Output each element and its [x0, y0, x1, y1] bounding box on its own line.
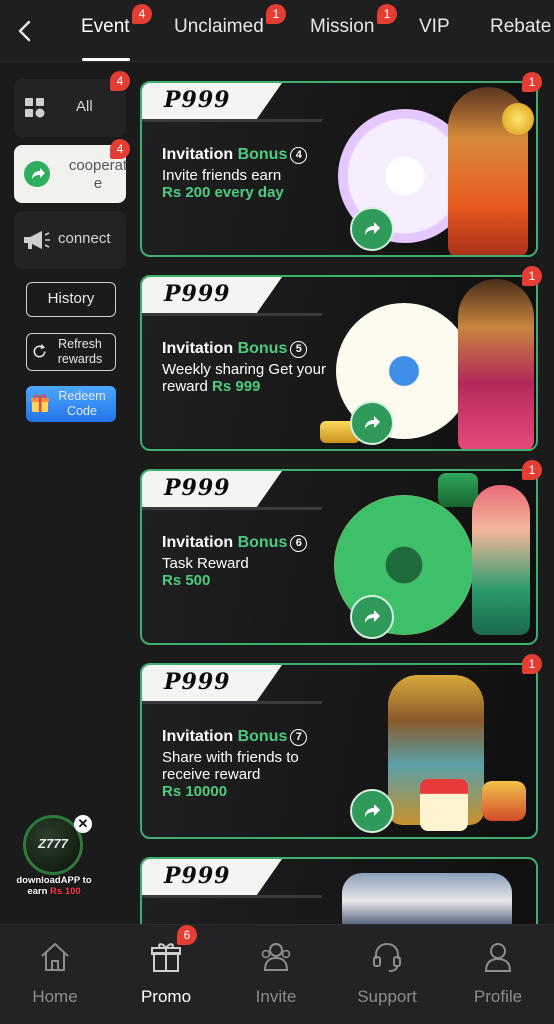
history-button[interactable]: History: [26, 282, 116, 317]
share-button[interactable]: [350, 789, 394, 833]
cricket-players-illustration: [342, 873, 512, 927]
sidebar-item-connect[interactable]: connect: [14, 211, 126, 269]
calendar-30-days-image: [420, 779, 468, 831]
promo-card[interactable]: P999: [140, 857, 538, 927]
sidebar-item-label: cooperate: [68, 157, 128, 192]
card-badge: 1: [522, 460, 542, 480]
nav-label: Support: [357, 987, 417, 1006]
nav-label: Home: [32, 987, 78, 1006]
promo-card[interactable]: P999 Invitation Bonus 4 Invite friends ea…: [140, 81, 538, 257]
nav-invite[interactable]: Invite: [231, 935, 321, 1015]
tab-mission-badge: 1: [377, 4, 397, 24]
jester-hat-image: [482, 781, 526, 821]
nav-profile[interactable]: Profile: [453, 935, 543, 1015]
brand-logo: P999: [164, 281, 231, 307]
share-arrow-icon: [24, 161, 50, 187]
card-title: Invitation Bonus 7: [162, 728, 308, 746]
tab-vip[interactable]: VIP: [419, 16, 450, 46]
sidebar-all-badge: 4: [110, 71, 130, 91]
brand-logo: P999: [164, 669, 231, 695]
card-badge: 1: [522, 654, 542, 674]
redeem-code-label: Redeem Code: [58, 389, 106, 418]
back-arrow-icon[interactable]: [12, 16, 38, 46]
character-illustration: [458, 279, 534, 449]
refresh-icon: [33, 344, 46, 358]
nav-label: Promo: [140, 987, 192, 1006]
person-icon: [484, 943, 512, 972]
tab-rebate[interactable]: Rebate: [490, 16, 551, 46]
tab-event-badge: 4: [132, 4, 152, 24]
people-icon: [261, 943, 291, 971]
card-title: Invitation Bonus 6: [162, 534, 308, 552]
promo-card[interactable]: P999 Invitation Bonus 7 Share with friend…: [140, 663, 538, 839]
tab-unclaimed-badge: 1: [266, 4, 286, 24]
share-arrow-icon: [365, 610, 380, 623]
share-button[interactable]: [350, 401, 394, 445]
share-arrow-icon: [365, 416, 380, 429]
brand-logo: P999: [164, 863, 231, 889]
refresh-rewards-button[interactable]: Refresh rewards: [26, 333, 116, 371]
gift-box-icon: [31, 394, 49, 412]
card-description: Invite friends earn Rs 200 every day: [162, 167, 284, 201]
promo-screen: Event 4 Unclaimed 1 Mission 1 VIP Rebate…: [0, 0, 554, 1024]
leprechaun-hat-image: [438, 473, 478, 507]
share-arrow-icon: [365, 222, 380, 235]
card-title: Invitation Bonus 4: [162, 146, 308, 164]
download-promo-text: downloadAPP to earn Rs 100: [16, 875, 92, 897]
card-description: Weekly sharing Get your reward Rs 999: [162, 361, 326, 395]
share-arrow-icon: [365, 804, 380, 817]
nav-label: Profile: [473, 987, 523, 1006]
bottom-navigation: Home Promo 6 Invite Support Profile: [0, 924, 554, 1024]
sidebar: All 4 cooperate 4 connect History Refres…: [0, 63, 138, 923]
tab-event[interactable]: Event: [81, 16, 130, 46]
brand-logo: P999: [164, 87, 231, 113]
grid-icon: [25, 98, 45, 118]
top-tab-bar: Event 4 Unclaimed 1 Mission 1 VIP Rebate: [0, 0, 554, 62]
close-icon[interactable]: ✕: [74, 815, 92, 833]
card-title: Invitation Bonus 5: [162, 340, 308, 358]
card-badge: 1: [522, 72, 542, 92]
tab-mission[interactable]: Mission: [310, 16, 374, 46]
megaphone-icon: [24, 231, 50, 249]
refresh-rewards-label: Refresh rewards: [57, 337, 103, 366]
nav-label: Invite: [255, 987, 297, 1006]
nav-promo-badge: 6: [177, 925, 197, 945]
share-button[interactable]: [350, 595, 394, 639]
headset-icon: [373, 942, 401, 972]
nav-home[interactable]: Home: [10, 935, 100, 1015]
redeem-code-button[interactable]: Redeem Code: [26, 386, 116, 422]
sidebar-cooperate-badge: 4: [110, 139, 130, 159]
character-illustration: [472, 485, 530, 635]
card-description: Task Reward Rs 500: [162, 555, 249, 589]
download-app-promo[interactable]: Z777 ✕ downloadAPP to earn Rs 100: [14, 815, 94, 905]
active-tab-indicator: [82, 58, 130, 61]
promo-card[interactable]: P999 Invitation Bonus 6 Task Reward Rs 500: [140, 469, 538, 645]
nav-support[interactable]: Support: [342, 935, 432, 1015]
sidebar-item-label: connect: [58, 230, 111, 247]
home-icon: [41, 943, 69, 971]
card-description: Share with friends to receive reward Rs 1…: [162, 749, 299, 800]
tab-unclaimed[interactable]: Unclaimed: [174, 16, 264, 46]
brand-logo: P999: [164, 475, 231, 501]
sidebar-item-label: All: [76, 98, 93, 115]
nav-promo[interactable]: Promo: [121, 935, 211, 1015]
gold-coin-image: [502, 103, 534, 135]
card-badge: 1: [522, 266, 542, 286]
share-button[interactable]: [350, 207, 394, 251]
promo-card[interactable]: P999 Invitation Bonus 5 Weekly sharing Ge…: [140, 275, 538, 451]
